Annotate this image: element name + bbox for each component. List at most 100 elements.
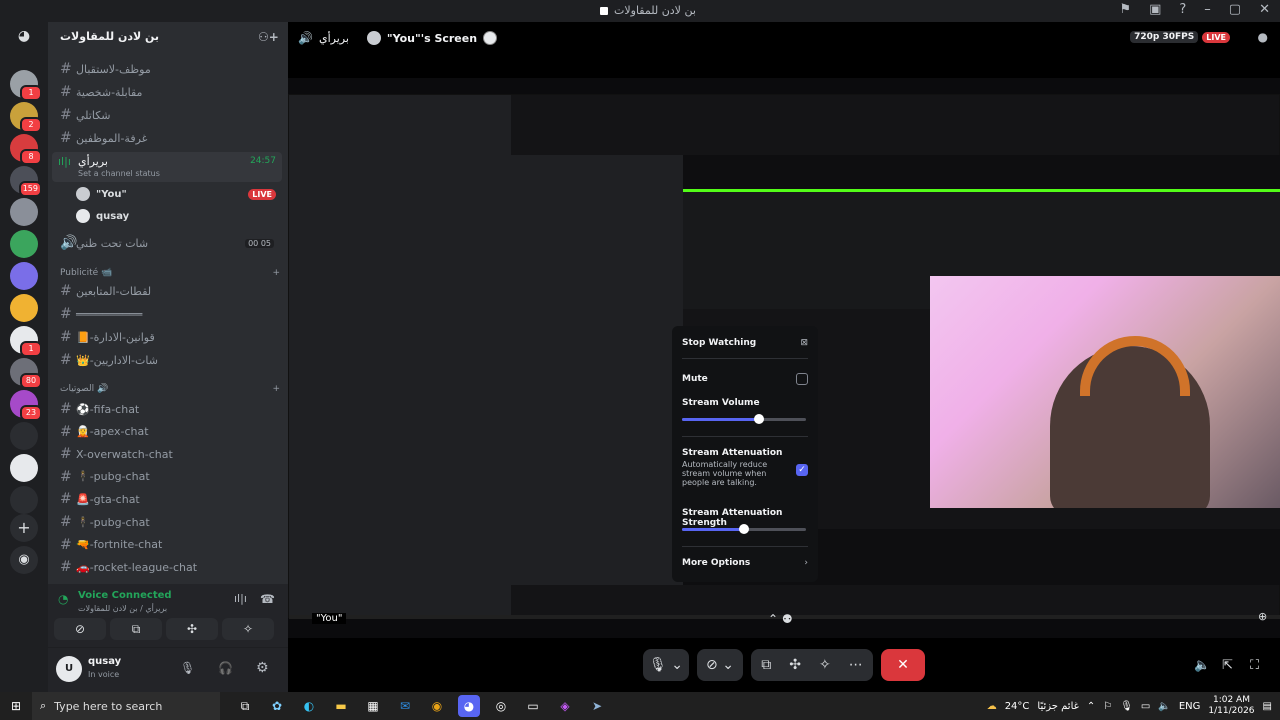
noise-suppression-icon[interactable]: ıl|ı xyxy=(234,592,247,605)
server-header[interactable]: ⚇+ بن لادن للمقاولات xyxy=(48,22,288,52)
text-channel[interactable]: # 🕴-pubg-chat xyxy=(56,466,280,488)
attenuation-checkbox[interactable]: ✓ xyxy=(796,464,808,476)
user-avatar[interactable]: U xyxy=(56,656,82,682)
screen-icon[interactable]: ▣ xyxy=(1149,2,1161,17)
input-language[interactable]: ENG xyxy=(1179,701,1201,712)
server-icon[interactable]: 2 xyxy=(10,102,42,133)
notification-icon[interactable]: ▤ xyxy=(1263,701,1272,712)
volume-icon[interactable]: 🔈 xyxy=(1194,658,1210,673)
stream-volume-knob[interactable] xyxy=(753,414,764,424)
steam-icon[interactable]: ➤ xyxy=(586,695,608,717)
camera-button[interactable]: ⊘ ⌄ xyxy=(697,649,743,681)
close-button[interactable]: ✕ xyxy=(1259,2,1270,17)
add-channel-icon[interactable]: + xyxy=(272,384,280,394)
start-icon[interactable]: ⊞ xyxy=(5,695,27,717)
server-icon[interactable] xyxy=(10,198,38,226)
server-icon[interactable]: 1 xyxy=(10,326,42,357)
server-icon[interactable]: 8 xyxy=(10,134,42,165)
screen-share-control-icon[interactable]: ⧉ xyxy=(761,657,771,673)
discover-button[interactable]: ◉ xyxy=(10,546,38,574)
leave-call-button[interactable]: ✕ xyxy=(881,649,925,681)
taskbar-search[interactable]: ⌕ Type here to search xyxy=(32,692,220,720)
terminal-icon[interactable]: ▭ xyxy=(522,695,544,717)
help-icon[interactable]: ? xyxy=(1179,2,1186,17)
home-icon[interactable]: ◕ xyxy=(10,28,38,48)
text-channel[interactable]: # 🔫-fortnite-chat xyxy=(56,534,280,556)
text-channel[interactable]: # لقطات-المتابعين xyxy=(56,280,280,302)
inbox-icon[interactable]: ⚑ xyxy=(1119,2,1131,17)
app-icon[interactable]: ◈ xyxy=(554,695,576,717)
tray-volume-icon[interactable]: 🔈 xyxy=(1158,701,1170,712)
participants-icon[interactable]: ⌃ ⚉ xyxy=(768,612,793,626)
attenuation-strength-knob[interactable] xyxy=(739,524,749,534)
tray-network-icon[interactable]: ▭ xyxy=(1141,701,1150,712)
text-channel[interactable]: # شكاتلي xyxy=(56,104,280,126)
disconnect-icon[interactable]: ☎ xyxy=(260,592,275,606)
voice-user[interactable]: "You" LIVE xyxy=(76,184,280,204)
server-icon[interactable] xyxy=(10,294,38,322)
attenuation-strength-slider[interactable] xyxy=(682,524,806,534)
server-icon[interactable] xyxy=(10,486,38,514)
add-member-icon[interactable]: ⚇+ xyxy=(258,30,279,44)
popout-icon[interactable]: ⇱ xyxy=(1222,658,1233,673)
settings-icon[interactable]: ⚙ xyxy=(256,660,269,676)
voice-user[interactable]: qusay xyxy=(76,206,280,226)
stop-watching-row[interactable]: Stop Watching ⊠ xyxy=(682,338,808,348)
copilot-icon[interactable]: ✿ xyxy=(266,695,288,717)
soundboard-control-icon[interactable]: ✧ xyxy=(819,657,831,673)
tray-mic-icon[interactable]: 🎙 xyxy=(1120,701,1133,712)
server-icon[interactable] xyxy=(10,454,38,482)
server-icon[interactable] xyxy=(10,422,38,450)
text-channel[interactable]: # مقابلة-شخصية xyxy=(56,81,280,103)
discord-icon[interactable]: ◕ xyxy=(458,695,480,717)
tray-chevron-icon[interactable]: ⌃ xyxy=(1087,701,1095,712)
minimize-button[interactable]: – xyxy=(1204,2,1211,17)
text-channel[interactable]: # 🧝-apex-chat xyxy=(56,421,280,443)
text-channel[interactable]: # 🚗-rocket-league-chat xyxy=(56,556,280,578)
microphone-icon[interactable]: 🎙 xyxy=(180,661,195,675)
server-icon[interactable]: 1 xyxy=(10,70,42,101)
channel-status[interactable]: Set a channel status xyxy=(78,169,160,178)
file-explorer-icon[interactable]: ▬ xyxy=(330,695,352,717)
text-channel[interactable]: # 🕴-pubg-chat xyxy=(56,511,280,533)
stream-volume-slider[interactable] xyxy=(682,414,806,424)
active-voice-channel[interactable]: ıl|ı بريرأي 24:57 Set a channel status xyxy=(52,152,282,182)
text-channel[interactable]: # موظف-لاستقبال xyxy=(56,58,280,80)
zoom-icon[interactable]: ⊕ xyxy=(1258,610,1267,623)
obs-icon[interactable]: ◎ xyxy=(490,695,512,717)
text-channel[interactable]: # 🚨-gta-chat xyxy=(56,488,280,510)
text-channel[interactable]: # X-overwatch-chat xyxy=(56,443,280,465)
more-control-icon[interactable]: ⋯ xyxy=(849,657,863,673)
text-channel[interactable]: # غرفة-الموظفين xyxy=(56,127,280,149)
category-publicite[interactable]: Publicité 📹 + xyxy=(60,268,280,278)
activities-button[interactable]: ✣ xyxy=(166,618,218,640)
tray-app-icon[interactable]: ⚐ xyxy=(1103,701,1112,712)
attenuation-row[interactable]: Stream Attenuation Automatically reduce … xyxy=(682,448,808,487)
category-voice[interactable]: الصوتيات 🔊 + xyxy=(60,384,280,394)
text-channel[interactable]: # ══════════ xyxy=(56,303,280,325)
text-channel[interactable]: # ⚽-fifa-chat xyxy=(56,398,280,420)
server-icon[interactable] xyxy=(10,262,38,290)
clock[interactable]: 1:02 AM 1/11/2026 xyxy=(1208,695,1254,717)
headphones-icon[interactable]: 🎧 xyxy=(218,661,233,675)
task-view-icon[interactable]: ⧉ xyxy=(234,695,256,717)
server-icon[interactable]: 80 xyxy=(10,358,42,389)
add-server-button[interactable]: + xyxy=(10,514,38,542)
share-screen-button[interactable]: ⧉ xyxy=(110,618,162,640)
text-channel[interactable]: # 👑-شات-الاداريين xyxy=(56,349,280,371)
chat-bubble-icon[interactable]: ● xyxy=(1258,30,1268,44)
microphone-button[interactable]: 🎙 ⌄ xyxy=(643,649,689,681)
activities-control-icon[interactable]: ✣ xyxy=(789,657,801,673)
voice-channel[interactable]: 🔊 شات تحت ظني 00 05 xyxy=(56,232,280,254)
mute-checkbox[interactable] xyxy=(796,373,808,385)
maximize-button[interactable]: ▢ xyxy=(1229,2,1241,17)
soundboard-button[interactable]: ✧ xyxy=(222,618,274,640)
edge-icon[interactable]: ◐ xyxy=(298,695,320,717)
chrome-icon[interactable]: ◉ xyxy=(426,695,448,717)
more-options-row[interactable]: More Options › xyxy=(682,558,808,568)
mute-row[interactable]: Mute xyxy=(682,373,808,385)
camera-toggle-button[interactable]: ⊘ xyxy=(54,618,106,640)
server-icon[interactable] xyxy=(10,230,38,258)
store-icon[interactable]: ▦ xyxy=(362,695,384,717)
server-icon[interactable]: 23 xyxy=(10,390,42,421)
